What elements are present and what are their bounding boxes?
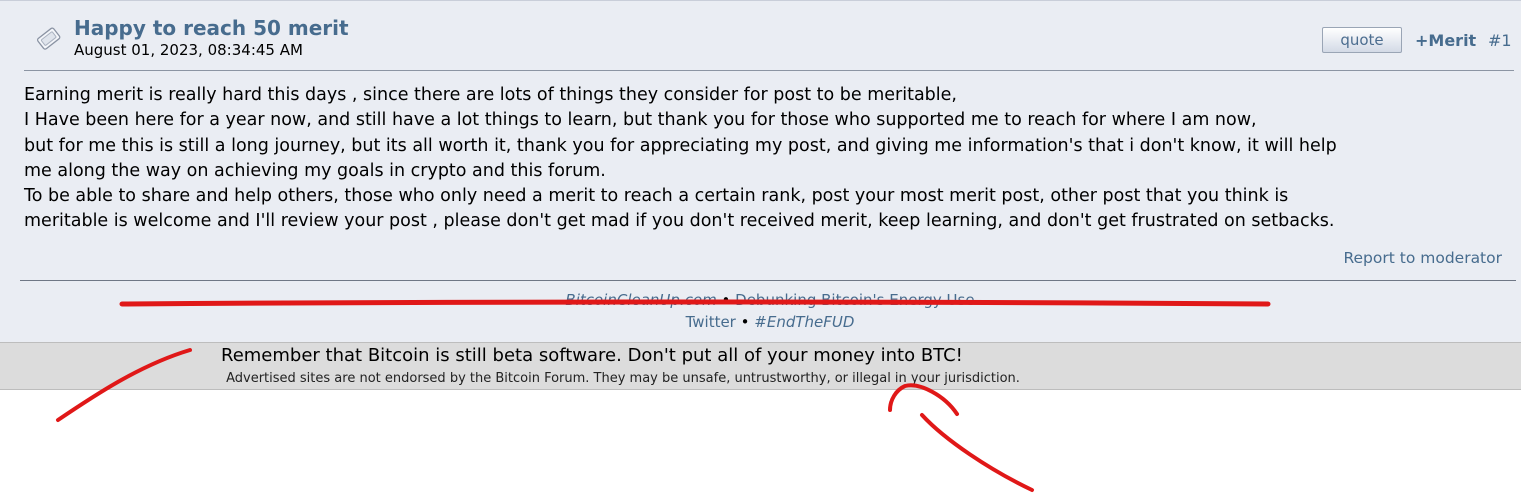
post-body-line: To be able to share and help others, tho… — [24, 186, 1289, 207]
advertisement-bar: Remember that Bitcoin is still beta soft… — [0, 342, 1521, 390]
post-date: August 01, 2023, 08:34:45 AM — [74, 41, 303, 59]
post-body-line: but for me this is still a long journey,… — [24, 135, 1337, 156]
bullet-separator: • — [740, 313, 750, 331]
twitter-link[interactable]: Twitter — [686, 313, 736, 331]
post-body-line: me along the way on achieving my goals i… — [24, 160, 606, 181]
debunking-energy-link[interactable]: Debunking Bitcoin's Energy Use — [735, 291, 974, 309]
header-divider — [24, 70, 1514, 71]
post-body-line: Earning merit is really hard this days ,… — [24, 85, 957, 105]
ad-text-link[interactable]: Remember that Bitcoin is still beta soft… — [221, 345, 963, 366]
post-number-link[interactable]: #1 — [1488, 31, 1512, 50]
bitcoincleanup-link[interactable]: BitcoinCleanUp.com — [565, 291, 716, 309]
signature-divider — [20, 280, 1516, 281]
post-xx-icon — [36, 27, 61, 50]
quote-button[interactable]: quote — [1322, 27, 1402, 53]
post-body: Earning merit is really hard this days ,… — [24, 83, 1514, 235]
bullet-separator: • — [721, 291, 731, 309]
ad-disclaimer: Advertised sites are not endorsed by the… — [226, 371, 1020, 386]
signature-line-1: BitcoinCleanUp.com • Debunking Bitcoin's… — [0, 291, 1521, 309]
report-to-moderator-link[interactable]: Report to moderator — [1343, 249, 1502, 267]
forum-post: Happy to reach 50 merit August 01, 2023,… — [0, 0, 1521, 343]
red-arrow-stroke-right — [888, 383, 1034, 492]
post-body-line: I Have been here for a year now, and sti… — [24, 110, 1257, 131]
post-body-line: meritable is welcome and I'll review you… — [24, 211, 1335, 232]
post-title-link[interactable]: Happy to reach 50 merit — [74, 16, 349, 40]
endthefud-link[interactable]: #EndTheFUD — [754, 313, 854, 331]
merit-link[interactable]: +Merit — [1415, 31, 1476, 50]
signature-line-2: Twitter • #EndTheFUD — [0, 313, 1521, 331]
